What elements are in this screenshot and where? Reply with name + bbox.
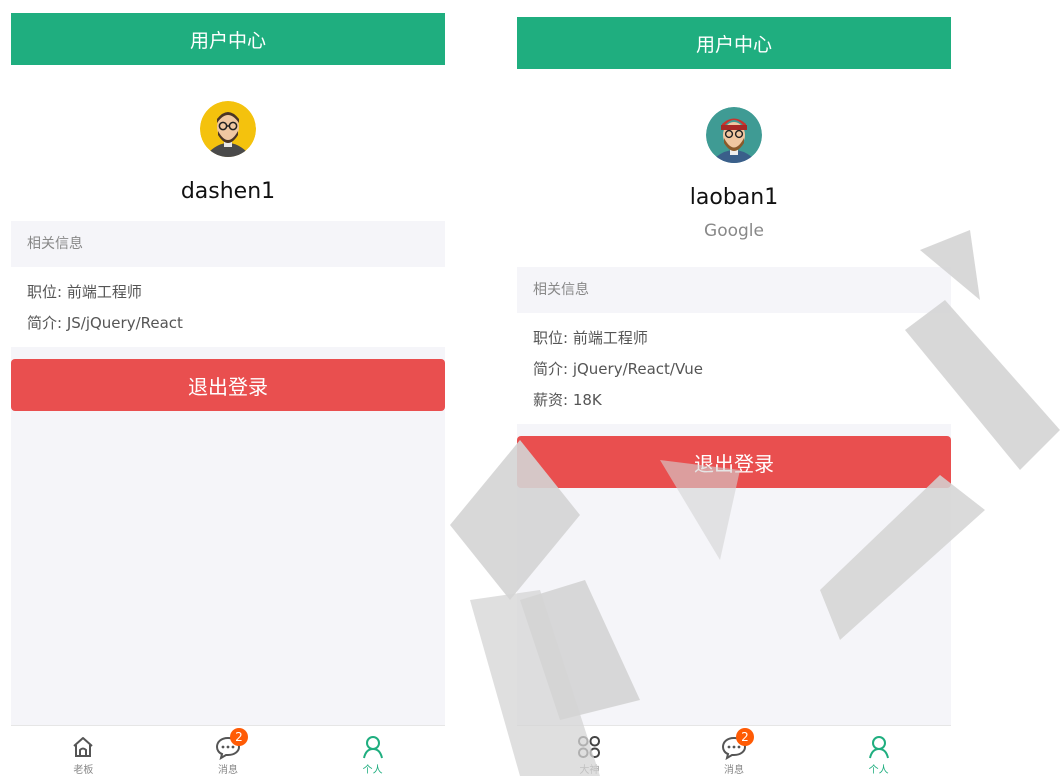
user-icon [362,736,383,759]
section-header: 相关信息 [517,267,951,313]
tab-boss[interactable]: 老板 [11,726,156,776]
tab-bar: 老板 2 消息 个人 [11,725,445,776]
unread-badge: 2 [230,728,248,746]
left-screen: 用户中心 dashen1 相关信息 职位: 前端工程师 简介: JS/jQuer… [11,13,445,776]
info-position: 职位: 前端工程师 [533,329,648,347]
tab-personal[interactable]: 个人 [300,726,445,776]
username: dashen1 [180,179,276,204]
info-intro: 简介: JS/jQuery/React [27,314,183,332]
unread-badge: 2 [736,728,754,746]
info-salary: 薪资: 18K [533,391,602,409]
spacer [517,424,951,436]
spacer [11,347,445,359]
tab-personal[interactable]: 个人 [806,726,951,776]
navbar: 用户中心 [11,13,445,65]
section-header: 相关信息 [11,221,445,267]
tab-label: 消息 [218,765,238,776]
tab-bar: 大神 2 消息 个人 [517,725,951,776]
info-list: 职位: 前端工程师 简介: jQuery/React/Vue 薪资: 18K [517,313,951,424]
navbar-title: 用户中心 [189,29,266,52]
tab-message[interactable]: 2 消息 [662,726,807,776]
tab-label: 个人 [362,765,383,776]
logout-button[interactable]: 退出登录 [517,436,951,488]
username: laoban1 [689,185,779,210]
logout-button[interactable]: 退出登录 [11,359,445,411]
right-screen: 用户中心 laoban1 Google 相关信息 职位: 前端工程师 简介: j… [517,17,951,776]
avatar [706,107,762,163]
navbar: 用户中心 [517,17,951,69]
navbar-title: 用户中心 [695,33,772,56]
company-name: Google [704,221,764,241]
tab-label: 个人 [868,765,889,776]
grid-icon [578,736,601,758]
info-intro: 简介: jQuery/React/Vue [533,360,703,378]
info-position: 职位: 前端工程师 [27,283,142,301]
tab-message[interactable]: 2 消息 [156,726,301,776]
tab-label: 老板 [73,765,94,776]
profile-result: dashen1 [11,65,445,221]
home-icon [73,737,93,757]
tab-label: 大神 [579,765,600,776]
avatar [200,101,256,157]
info-list: 职位: 前端工程师 简介: JS/jQuery/React [11,267,445,347]
user-icon [868,736,889,759]
tab-dashen[interactable]: 大神 [517,726,662,776]
tab-label: 消息 [724,765,744,776]
profile-result: laoban1 Google [517,69,951,267]
